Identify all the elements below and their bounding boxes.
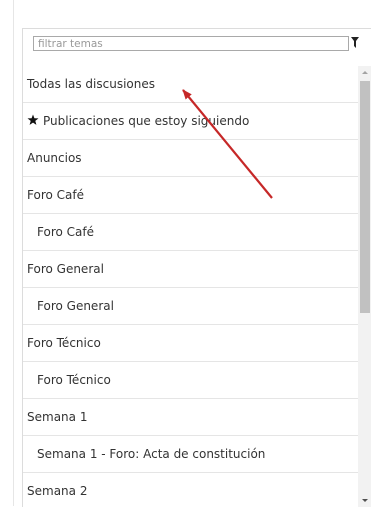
topic-item[interactable]: Todas las discusiones — [23, 66, 358, 103]
topic-label: Semana 1 — [27, 410, 88, 424]
topic-label: Todas las discusiones — [27, 77, 155, 91]
topic-label: Foro Técnico — [27, 336, 101, 350]
topic-label: Foro General — [27, 262, 104, 276]
topic-label: Foro Café — [37, 225, 94, 239]
topic-item[interactable]: Foro Técnico — [23, 325, 358, 362]
topic-item[interactable]: Anuncios — [23, 140, 358, 177]
topic-label: Foro Técnico — [37, 373, 111, 387]
topic-list-scrollbar[interactable] — [358, 66, 371, 507]
topic-list: Todas las discusiones Publicaciones que e… — [23, 66, 358, 507]
topic-subitem[interactable]: Foro General — [23, 288, 358, 325]
topics-panel: Todas las discusiones Publicaciones que e… — [22, 28, 371, 507]
scroll-up-icon[interactable] — [358, 66, 371, 80]
topic-label: Publicaciones que estoy siguiendo — [43, 114, 250, 128]
filter-icon[interactable] — [351, 37, 359, 48]
topic-item[interactable]: Publicaciones que estoy siguiendo — [23, 103, 358, 140]
topic-label: Semana 2 — [27, 484, 88, 498]
topic-label: Semana 1 - Foro: Acta de constitución — [37, 447, 266, 461]
topic-subitem[interactable]: Semana 1 - Foro: Acta de constitución — [23, 436, 358, 473]
scrollbar-thumb[interactable] — [360, 81, 370, 313]
topic-label: Anuncios — [27, 151, 82, 165]
topic-item[interactable]: Semana 2 — [23, 473, 358, 507]
scroll-down-icon[interactable] — [358, 493, 371, 507]
star-icon — [27, 104, 39, 125]
topic-label: Foro Café — [27, 188, 84, 202]
topic-item[interactable]: Semana 1 — [23, 399, 358, 436]
content-divider — [13, 0, 14, 506]
topic-item[interactable]: Foro Café — [23, 177, 358, 214]
filter-topics-input[interactable] — [33, 36, 349, 51]
topic-label: Foro General — [37, 299, 114, 313]
topic-item[interactable]: Foro General — [23, 251, 358, 288]
filter-bar — [33, 36, 361, 53]
topic-subitem[interactable]: Foro Técnico — [23, 362, 358, 399]
topic-subitem[interactable]: Foro Café — [23, 214, 358, 251]
